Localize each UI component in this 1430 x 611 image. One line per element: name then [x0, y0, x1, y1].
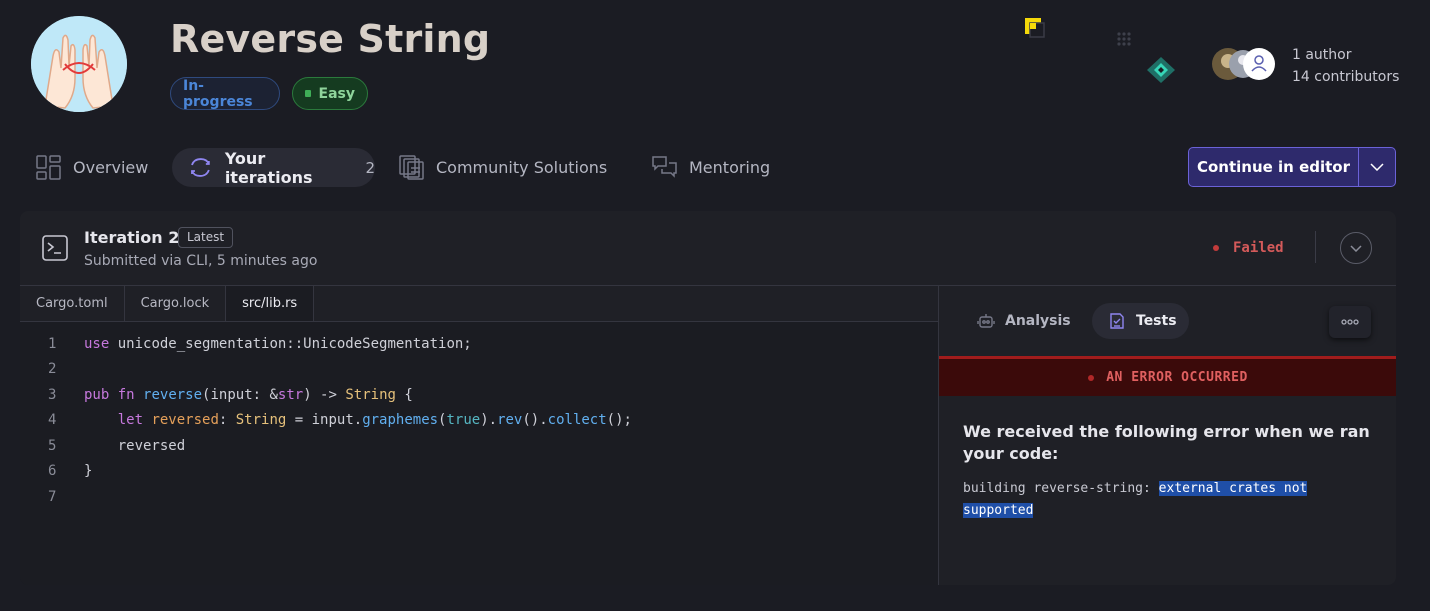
chevron-down-icon	[1370, 163, 1384, 171]
code-viewer[interactable]: 1 use unicode_segmentation::UnicodeSegme…	[20, 322, 938, 585]
line-number: 5	[48, 437, 57, 454]
code-text: pub fn reverse(input: &str) -> String {	[84, 386, 413, 403]
code-text: reversed	[84, 437, 186, 454]
code-line: 2	[20, 357, 938, 383]
difficulty-badge: Easy	[292, 77, 368, 110]
tab-overview[interactable]: Overview	[36, 148, 148, 187]
line-number: 2	[48, 361, 57, 378]
exercise-icon	[31, 16, 127, 112]
tab-community-solutions-label: Community Solutions	[436, 158, 608, 177]
tab-your-iterations[interactable]: Your iterations 2	[172, 148, 375, 187]
contributor-avatars[interactable]	[1211, 47, 1277, 81]
mentoring-icon	[652, 156, 677, 178]
status-badge: In-progress	[170, 77, 280, 110]
error-heading: We received the following error when we …	[963, 422, 1370, 463]
header-divider	[1315, 231, 1316, 263]
bookmark-icon[interactable]	[1024, 17, 1046, 39]
code-line: 1 use unicode_segmentation::UnicodeSegme…	[20, 331, 938, 357]
submitted-info: Submitted via CLI, 5 minutes ago	[84, 253, 318, 269]
tab-mentoring-label: Mentoring	[689, 158, 771, 177]
error-banner: AN ERROR OCCURRED	[939, 356, 1396, 396]
status-dot-icon	[1213, 245, 1219, 251]
latest-badge: Latest	[178, 227, 234, 248]
iterations-icon	[191, 158, 210, 177]
contributor-count: 14 contributors	[1292, 69, 1400, 85]
test-status: Failed	[1213, 240, 1284, 256]
tab-your-iterations-label: Your iterations	[224, 148, 313, 187]
difficulty-label: Easy	[318, 85, 355, 102]
line-number: 1	[48, 335, 57, 352]
error-message[interactable]: building reverse-string: external crates…	[963, 478, 1383, 522]
iteration-panel: Iteration 2 Latest Submitted via CLI, 5 …	[20, 211, 1396, 585]
code-text: }	[84, 463, 93, 480]
tab-tests[interactable]: Tests	[1092, 303, 1189, 339]
file-tab-cargo-toml[interactable]: Cargo.toml	[20, 286, 125, 321]
code-text: use unicode_segmentation::UnicodeSegment…	[84, 335, 472, 352]
tab-analysis-label: Analysis	[1005, 313, 1071, 329]
error-banner-label: AN ERROR OCCURRED	[1106, 370, 1248, 385]
code-line: 4 let reversed: String = input.graphemes…	[20, 408, 938, 434]
error-message-prefix: building reverse-string:	[963, 481, 1159, 496]
file-tabs: Cargo.toml Cargo.lock src/lib.rs	[20, 286, 938, 322]
tab-tests-label: Tests	[1136, 313, 1177, 329]
more-options-button[interactable]	[1329, 306, 1371, 338]
tab-overview-label: Overview	[73, 158, 149, 177]
overview-icon	[36, 155, 61, 180]
tab-mentoring[interactable]: Mentoring	[652, 148, 770, 187]
file-tab-cargo-lock[interactable]: Cargo.lock	[125, 286, 227, 321]
code-text: let reversed: String = input.graphemes(t…	[117, 412, 632, 429]
line-number: 7	[48, 488, 57, 505]
line-number: 4	[48, 412, 57, 429]
terminal-icon	[42, 235, 68, 261]
test-status-label: Failed	[1233, 240, 1284, 256]
chevron-down-icon	[1350, 244, 1362, 252]
author-count: 1 author	[1292, 47, 1352, 63]
line-number: 6	[48, 463, 57, 480]
more-icon	[1341, 319, 1359, 325]
iterations-count: 2	[365, 158, 375, 177]
difficulty-square-icon	[305, 90, 311, 97]
code-line: 3 pub fn reverse(input: &str) -> String …	[20, 382, 938, 408]
robot-icon	[977, 314, 995, 328]
line-number: 3	[48, 386, 57, 403]
tests-icon	[1110, 313, 1124, 329]
continue-options-dropdown[interactable]	[1359, 148, 1395, 186]
results-sidebar: Analysis Tests AN ERROR OCCURRED We rece…	[938, 286, 1396, 585]
code-line: 7	[20, 484, 938, 510]
expand-iteration-button[interactable]	[1340, 232, 1372, 264]
continue-in-editor-button[interactable]: Continue in editor	[1188, 147, 1396, 187]
tab-analysis[interactable]: Analysis	[977, 303, 1071, 339]
iteration-title: Iteration 2	[84, 228, 180, 247]
page-title: Reverse String	[170, 17, 491, 61]
tab-community-solutions[interactable]: Community Solutions	[399, 148, 607, 187]
error-dot-icon	[1088, 374, 1095, 381]
code-line: 5 reversed	[20, 433, 938, 459]
track-logo-icon[interactable]	[1145, 55, 1177, 85]
file-tab-lib-rs[interactable]: src/lib.rs	[226, 286, 315, 321]
community-solutions-icon	[399, 155, 424, 180]
continue-in-editor-label: Continue in editor	[1189, 148, 1359, 186]
drag-grid-icon	[1116, 31, 1132, 47]
iteration-header[interactable]: Iteration 2 Latest Submitted via CLI, 5 …	[20, 211, 1396, 286]
authorship[interactable]: 1 author 14 contributors	[1292, 44, 1399, 88]
code-line: 6 }	[20, 459, 938, 485]
